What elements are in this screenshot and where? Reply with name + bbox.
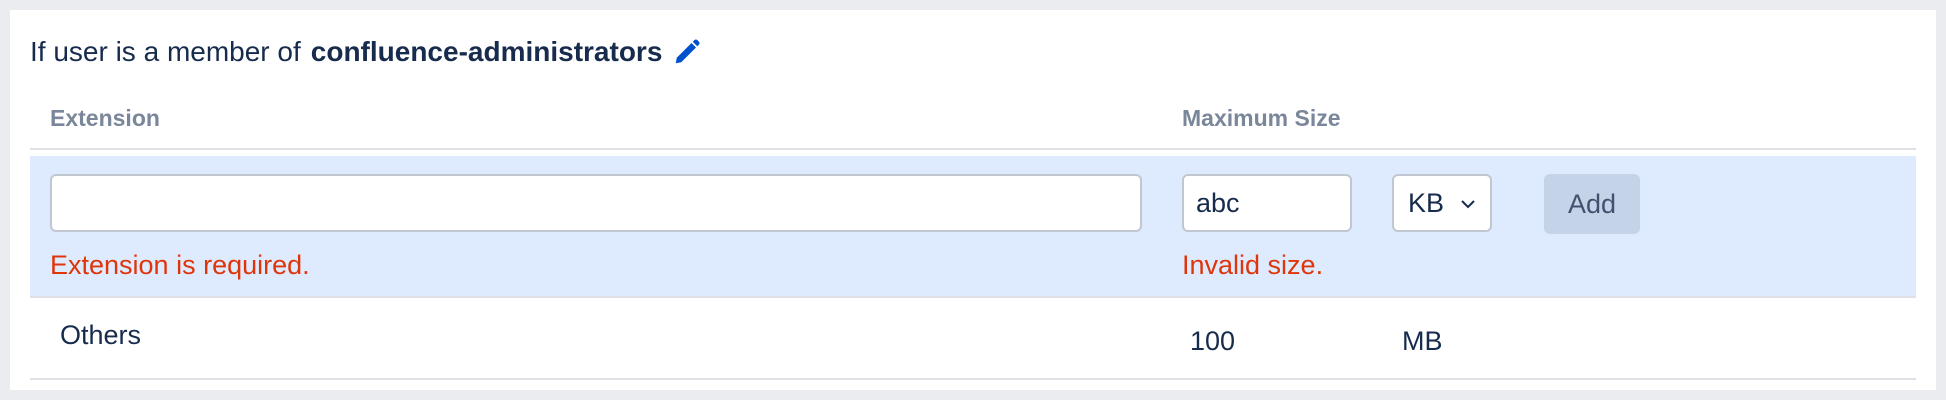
add-button[interactable]: Add [1544,174,1640,234]
unit-select-value: KB [1408,187,1445,218]
pencil-icon[interactable] [672,37,702,67]
row-unit: MB [1402,326,1443,356]
unit-select[interactable]: KB [1392,174,1492,232]
size-limit-panel: If user is a member of confluence-admini… [10,10,1936,390]
row-size: 100 [1190,326,1236,356]
group-condition: If user is a member of confluence-admini… [30,24,702,80]
group-condition-prefix: If user is a member of [30,36,301,67]
extension-input[interactable] [50,174,1142,232]
column-header-extension: Extension [50,105,160,131]
chevron-down-icon [1458,194,1478,214]
table-header: Extension Maximum Size [30,88,1916,150]
group-name: confluence-administrators [310,36,663,67]
size-error: Invalid size. [1182,250,1324,280]
row-extension: Others [60,320,142,350]
column-header-maximum-size: Maximum Size [1182,105,1341,131]
size-input[interactable] [1182,174,1352,232]
table-row: Others 100 MB [30,298,1916,380]
new-entry-row: KB Add Extension is required. Invalid si… [30,156,1916,298]
extension-error: Extension is required. [50,250,310,280]
